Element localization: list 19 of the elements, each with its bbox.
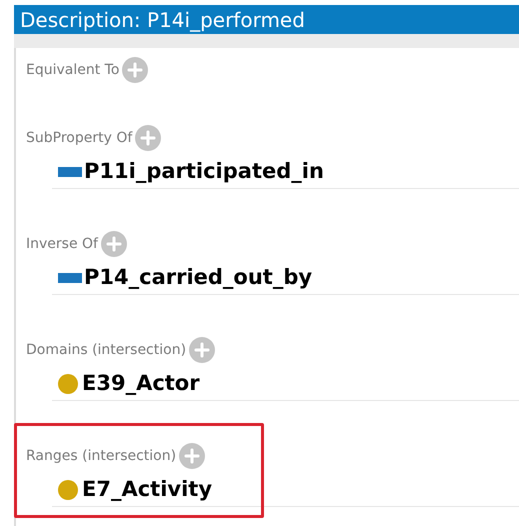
add-icon[interactable] <box>100 231 127 257</box>
entity-name[interactable]: E39_Actor <box>82 368 200 400</box>
property-icon <box>58 272 82 282</box>
add-icon[interactable] <box>179 443 206 469</box>
add-icon[interactable] <box>189 337 216 363</box>
add-icon[interactable] <box>135 125 162 151</box>
entity-name[interactable]: P14_carried_out_by <box>84 262 312 294</box>
entity-name[interactable]: P11i_participated_in <box>84 156 324 188</box>
section-label: Equivalent To <box>26 60 120 80</box>
entity-name[interactable]: E7_Activity <box>82 474 212 506</box>
panel-title: Description: P14i_performed <box>20 10 305 30</box>
class-icon <box>58 480 78 500</box>
section-label: Ranges (intersection) <box>26 446 176 466</box>
property-icon <box>58 166 82 176</box>
section-label: Inverse Of <box>26 234 98 254</box>
add-icon[interactable] <box>122 57 148 83</box>
class-icon <box>58 374 78 394</box>
section-label: SubProperty Of <box>26 128 132 148</box>
section-label: Domains (intersection) <box>26 340 186 360</box>
